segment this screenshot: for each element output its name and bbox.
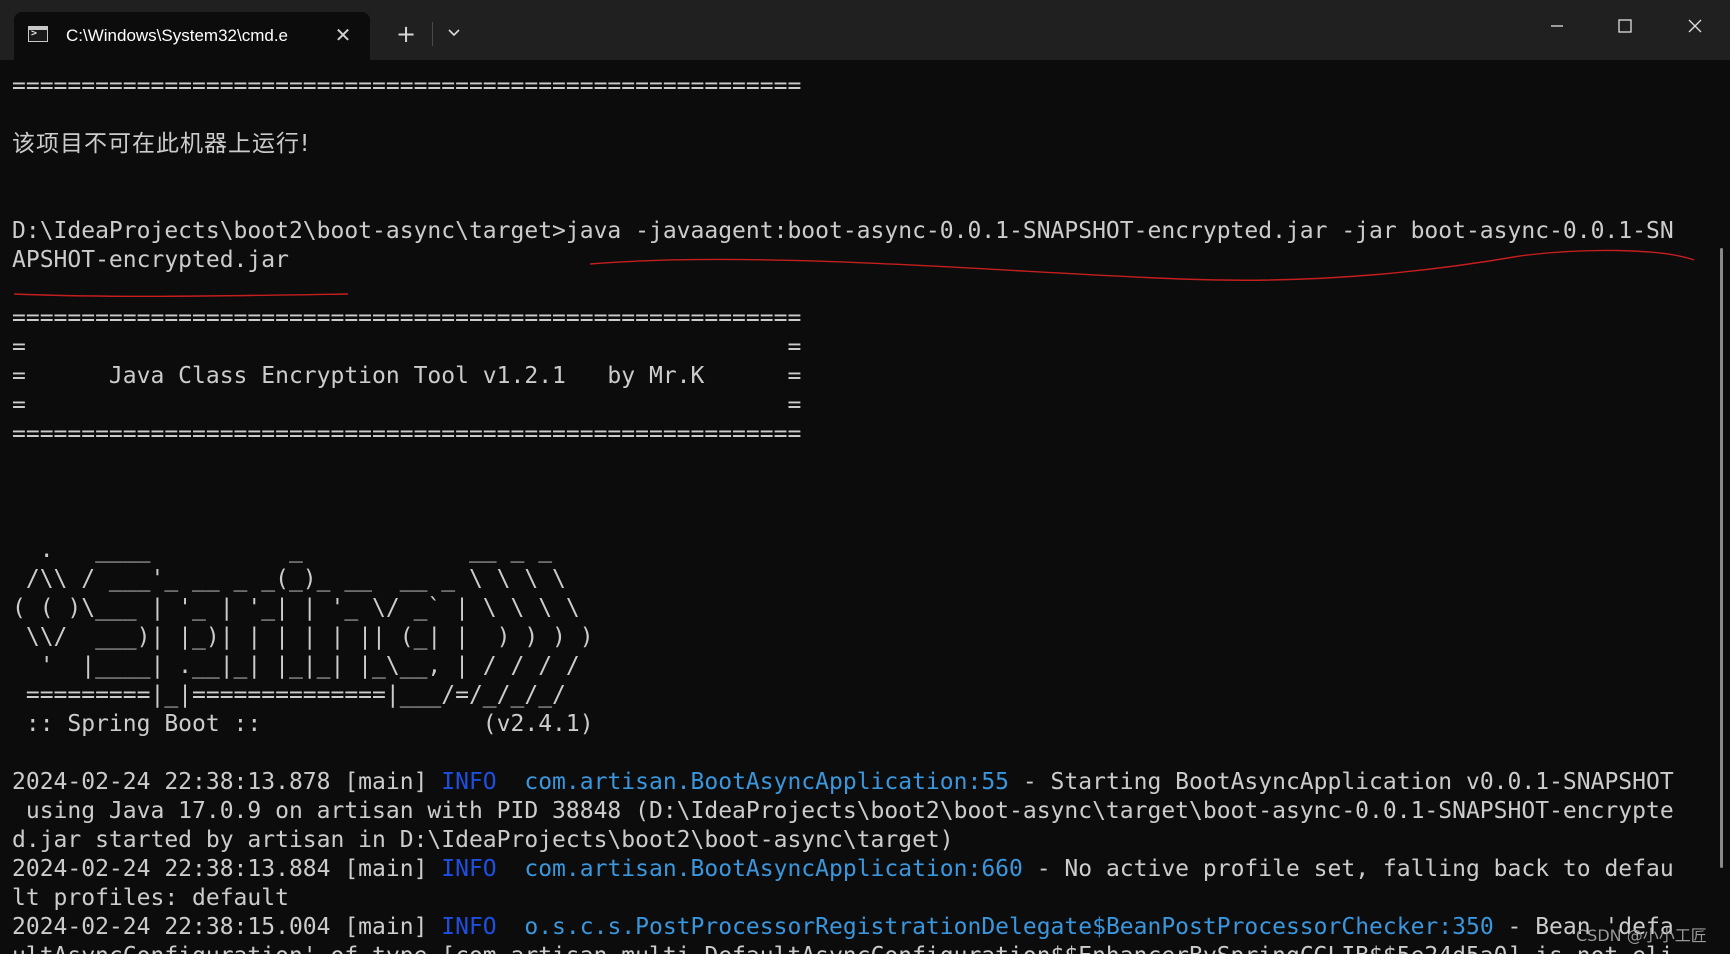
terminal-line: /\\ / ___'_ __ _ _(_)_ __ __ _ \ \ \ \ [12,566,566,592]
close-icon[interactable]: ✕ [330,22,356,48]
terminal-line: = = [12,334,802,360]
log-continuation: using Java 17.0.9 on artisan with PID 38… [12,798,1674,824]
terminal-line: ========================================… [12,421,802,447]
log-message: - No active profile set, falling back to… [1022,856,1674,882]
terminal-line: = = [12,392,802,418]
log-class: com.artisan.BootAsyncApplication:55 [524,769,1010,795]
log-timestamp: 2024-02-24 22:38:13.884 [main] [12,856,442,882]
terminal-line: ========================================… [12,73,802,99]
log-line: 2024-02-24 22:38:13.884 [main] INFO com.… [12,855,1702,884]
log-level: INFO [441,856,497,882]
tab-title: C:\Windows\System32\cmd.e [66,26,289,45]
terminal-line: 该项目不可在此机器上运行! [12,131,311,157]
log-level: INFO [441,769,497,795]
window-close-icon[interactable] [1672,10,1718,50]
log-continuation: lt profiles: default [12,885,289,911]
watermark: CSDN @小小工匠 [1576,926,1707,945]
log-line: 2024-02-24 22:38:13.878 [main] INFO com.… [12,768,1702,797]
terminal-line: \\/ ___)| |_)| | | | | || (_| | ) ) ) ) [12,624,594,650]
tab-divider [432,22,433,46]
maximize-icon[interactable] [1602,10,1648,50]
log-class: com.artisan.BootAsyncApplication:660 [524,856,1023,882]
terminal-line: ( ( )\___ | '_ | '_| | '_ \/ _` | \ \ \ … [12,595,580,621]
terminal-line: ========================================… [12,305,802,331]
minimize-icon[interactable] [1534,10,1580,50]
scrollbar[interactable] [1720,248,1723,868]
terminal-line: =========|_|==============|___/=/_/_/_/ [12,682,566,708]
title-bar[interactable]: C:\Windows\System32\cmd.e ✕ + [0,0,1730,60]
terminal-line: :: Spring Boot :: (v2.4.1) [12,711,594,737]
terminal-line: . ____ _ __ _ _ [12,537,553,563]
log-line: 2024-02-24 22:38:15.004 [main] INFO o.s.… [12,913,1702,942]
log-level: INFO [441,914,497,940]
cmd-icon [28,26,48,42]
log-gap [497,856,525,882]
terminal-window: C:\Windows\System32\cmd.e ✕ + ==========… [0,0,1730,954]
log-message: - Starting BootAsyncApplication v0.0.1-S… [1009,769,1674,795]
log-gap [497,914,525,940]
chevron-down-icon[interactable] [440,20,468,48]
log-continuation: ultAsyncConfiguration' of type [com.arti… [12,942,1702,954]
plus-icon[interactable]: + [392,20,420,48]
log-timestamp: 2024-02-24 22:38:13.878 [main] [12,769,442,795]
terminal-line: = Java Class Encryption Tool v1.2.1 by M… [12,363,802,389]
tab-cmd[interactable]: C:\Windows\System32\cmd.e ✕ [14,12,370,60]
log-continuation: d.jar started by artisan in D:\IdeaProje… [12,827,954,853]
terminal-line: APSHOT-encrypted.jar [12,247,289,273]
terminal-line: D:\IdeaProjects\boot2\boot-async\target>… [12,218,1674,244]
log-timestamp: 2024-02-24 22:38:15.004 [main] [12,914,442,940]
terminal-line: ' |____| .__|_| |_|_| |_\__, | / / / / [12,653,580,679]
log-gap [497,769,525,795]
log-class: o.s.c.s.PostProcessorRegistrationDelegat… [524,914,1494,940]
terminal-output[interactable]: ========================================… [12,72,1702,954]
